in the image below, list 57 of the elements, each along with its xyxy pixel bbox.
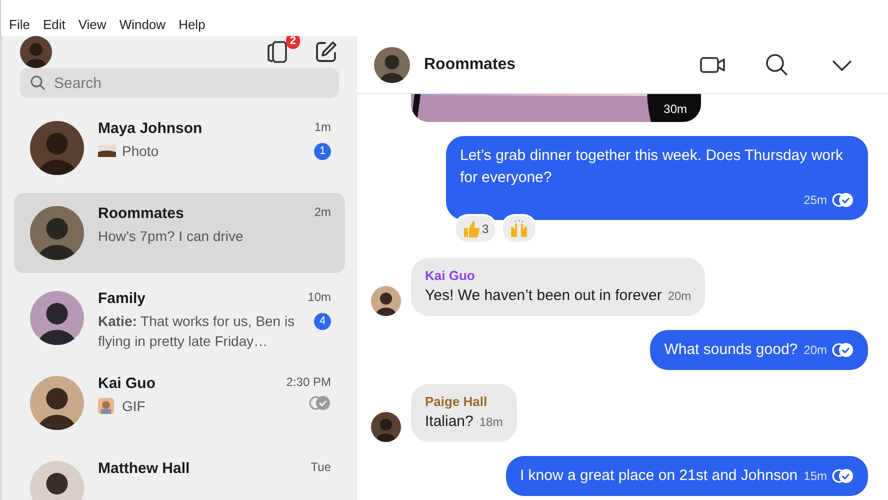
avatar xyxy=(30,291,84,345)
unread-count: 4 xyxy=(314,313,331,330)
message-time: 15m xyxy=(804,468,827,485)
message-time: 25m xyxy=(804,192,827,209)
avatar xyxy=(20,36,52,68)
message-preview: Katie: That works for us, Ben is flying in pretty late Friday… xyxy=(98,312,296,351)
contact-name: Maya Johnson xyxy=(98,120,202,137)
search-field[interactable]: Search xyxy=(20,68,339,98)
menu-item[interactable]: Help xyxy=(178,14,206,36)
message-text: Italian? xyxy=(425,412,474,432)
unread-count: 1 xyxy=(314,143,331,160)
compose-icon[interactable] xyxy=(313,39,339,65)
avatar xyxy=(371,286,401,316)
message-text: Let’s grab dinner together this week. Does Thursday work for everyone? xyxy=(460,146,844,188)
conversation-item[interactable]: Matthew Hall Tue xyxy=(14,448,345,500)
message-time: 1m xyxy=(314,120,331,134)
contact-name: Kai Guo xyxy=(98,375,156,392)
contact-name: Roommates xyxy=(98,205,184,222)
message-preview: Photo xyxy=(122,142,159,161)
raised-hands-icon xyxy=(508,220,529,238)
message-time: 20m xyxy=(668,288,692,305)
conversation-item[interactable]: Maya Johnson 1m Photo 1 xyxy=(14,108,345,188)
message-time: 2:30 PM xyxy=(286,375,331,389)
search-icon xyxy=(30,75,46,91)
conversation-item[interactable]: Family 10m Katie: That works for us, Ben is flying in pretty late Friday… 4 xyxy=(14,278,345,358)
avatar xyxy=(30,461,84,500)
chat-title: Roommates xyxy=(424,56,517,74)
conversation-item[interactable]: Roommates 2m How’s 7pm? I can drive xyxy=(14,193,345,273)
message-time: 18m xyxy=(479,414,503,431)
conversation-item[interactable]: Kai Guo 2:30 PM GIF xyxy=(14,363,345,443)
message-time: 20m xyxy=(804,342,827,359)
message-time: 30m xyxy=(664,102,687,116)
message-time: 10m xyxy=(308,290,331,304)
notification-badge: 2 xyxy=(286,36,300,49)
message-preview: How’s 7pm? I can drive xyxy=(98,227,244,246)
reaction-count: 3 xyxy=(482,222,489,236)
contact-name: Matthew Hall xyxy=(98,460,190,477)
avatar xyxy=(371,412,401,442)
thumbs-up-icon xyxy=(462,220,480,238)
avatar xyxy=(30,376,84,430)
menu-item[interactable]: Window xyxy=(119,14,166,36)
message-time: Tue xyxy=(310,460,331,474)
message-preview: GIF xyxy=(122,397,146,416)
message-text: Yes! We haven’t been out in forever xyxy=(425,286,662,306)
author-name: Paige Hall xyxy=(425,393,488,411)
menu-item[interactable]: View xyxy=(78,14,106,36)
menu-item[interactable]: Edit xyxy=(42,14,66,36)
message-text: I know a great place on 21st and Johnson xyxy=(520,466,798,486)
author-name: Kai Guo xyxy=(425,267,475,285)
message-text: What sounds good? xyxy=(664,340,798,360)
avatar xyxy=(30,206,84,260)
avatar xyxy=(30,121,84,175)
avatar xyxy=(374,46,410,82)
menu-item[interactable]: File xyxy=(9,14,30,36)
message-time: 2m xyxy=(314,205,331,219)
reaction-chip[interactable]: 3 xyxy=(454,214,497,244)
contact-name: Family xyxy=(98,290,146,307)
